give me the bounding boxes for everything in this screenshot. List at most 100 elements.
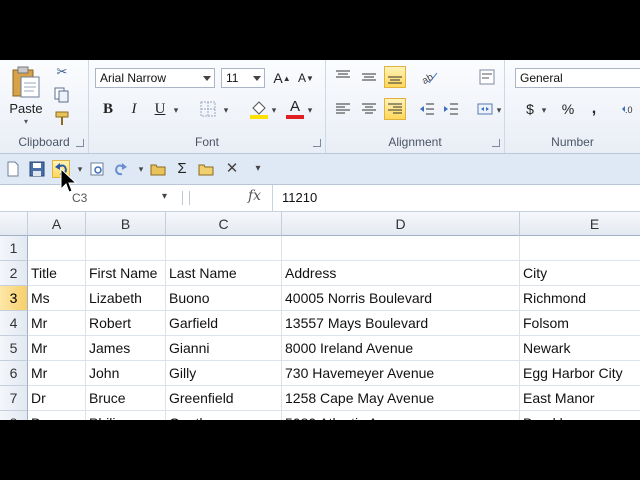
cell-d5[interactable]: 8000 Ireland Avenue bbox=[282, 336, 520, 361]
fill-color-icon[interactable] bbox=[249, 98, 269, 120]
cell-b7[interactable]: Bruce bbox=[86, 386, 166, 411]
cell-e1[interactable] bbox=[520, 236, 640, 261]
wrap-text-icon[interactable] bbox=[478, 68, 496, 86]
comma-button[interactable]: , bbox=[589, 100, 599, 118]
row-header-2[interactable]: 2 bbox=[0, 261, 28, 286]
number-format-combo[interactable]: General bbox=[515, 68, 640, 88]
paste-button[interactable]: Paste bbox=[6, 100, 46, 116]
font-color-dropdown-icon[interactable]: ▾ bbox=[305, 104, 315, 116]
cell-d7[interactable]: 1258 Cape May Avenue bbox=[282, 386, 520, 411]
font-color-button[interactable]: A bbox=[285, 98, 305, 120]
italic-button[interactable]: I bbox=[125, 100, 143, 118]
cell-c6[interactable]: Gilly bbox=[166, 361, 282, 386]
cell-b1[interactable] bbox=[86, 236, 166, 261]
borders-icon[interactable] bbox=[199, 100, 217, 118]
print-preview-icon[interactable] bbox=[89, 161, 105, 177]
row-header-6[interactable]: 6 bbox=[0, 361, 28, 386]
align-center-icon[interactable] bbox=[360, 100, 378, 118]
cell-e4[interactable]: Folsom bbox=[520, 311, 640, 336]
cell-e5[interactable]: Newark bbox=[520, 336, 640, 361]
cell-a5[interactable]: Mr bbox=[28, 336, 86, 361]
cell-a1[interactable] bbox=[28, 236, 86, 261]
underline-button[interactable]: U bbox=[151, 100, 169, 118]
cell-e7[interactable]: East Manor bbox=[520, 386, 640, 411]
cell-b4[interactable]: Robert bbox=[86, 311, 166, 336]
currency-button[interactable]: $ bbox=[523, 100, 537, 118]
cell-c7[interactable]: Greenfield bbox=[166, 386, 282, 411]
cell-a2[interactable]: Title bbox=[28, 261, 86, 286]
align-top-icon[interactable] bbox=[334, 68, 352, 86]
select-all-corner[interactable] bbox=[0, 212, 28, 236]
name-box[interactable]: C3 ▾ bbox=[0, 188, 176, 208]
copy-icon[interactable] bbox=[54, 87, 70, 103]
row-header-3[interactable]: 3 bbox=[0, 286, 28, 311]
cell-d3[interactable]: 40005 Norris Boulevard bbox=[282, 286, 520, 311]
currency-dropdown-icon[interactable]: ▾ bbox=[539, 104, 549, 116]
cell-b8[interactable]: Philip bbox=[86, 411, 166, 420]
decrease-indent-icon[interactable] bbox=[418, 100, 436, 118]
cell-e6[interactable]: Egg Harbor City bbox=[520, 361, 640, 386]
bold-button[interactable]: B bbox=[99, 100, 117, 118]
cell-b5[interactable]: James bbox=[86, 336, 166, 361]
cell-a6[interactable]: Mr bbox=[28, 361, 86, 386]
autosum-icon[interactable]: Σ bbox=[174, 161, 190, 177]
customize-qat-icon[interactable]: ▾ bbox=[250, 161, 266, 177]
column-header-a[interactable]: A bbox=[28, 212, 86, 236]
cell-c8[interactable]: Gunther bbox=[166, 411, 282, 420]
merge-dropdown-icon[interactable]: ▾ bbox=[494, 104, 504, 116]
cell-a8[interactable]: Dr bbox=[28, 411, 86, 420]
cell-d1[interactable] bbox=[282, 236, 520, 261]
align-bottom-icon[interactable] bbox=[384, 66, 406, 88]
cell-e2[interactable]: City bbox=[520, 261, 640, 286]
cell-a7[interactable]: Dr bbox=[28, 386, 86, 411]
cell-a3[interactable]: Ms bbox=[28, 286, 86, 311]
cell-c3[interactable]: Buono bbox=[166, 286, 282, 311]
align-middle-icon[interactable] bbox=[360, 68, 378, 86]
underline-dropdown-icon[interactable]: ▾ bbox=[171, 104, 181, 116]
cell-c1[interactable] bbox=[166, 236, 282, 261]
font-launcher-icon[interactable] bbox=[313, 139, 321, 147]
increase-indent-icon[interactable] bbox=[442, 100, 460, 118]
cell-b2[interactable]: First Name bbox=[86, 261, 166, 286]
new-document-icon[interactable] bbox=[5, 161, 21, 177]
column-header-e[interactable]: E bbox=[520, 212, 640, 236]
column-header-d[interactable]: D bbox=[282, 212, 520, 236]
cell-d8[interactable]: 5080 Atlantic Avenue bbox=[282, 411, 520, 420]
borders-dropdown-icon[interactable]: ▾ bbox=[221, 104, 231, 116]
format-painter-icon[interactable] bbox=[54, 110, 70, 126]
insert-function-button[interactable]: fx bbox=[248, 188, 261, 204]
row-header-5[interactable]: 5 bbox=[0, 336, 28, 361]
cell-b3[interactable]: Lizabeth bbox=[86, 286, 166, 311]
shrink-font-button[interactable]: A ▼ bbox=[297, 69, 315, 87]
paste-dropdown-icon[interactable]: ▾ bbox=[6, 116, 46, 126]
formula-input[interactable] bbox=[272, 185, 640, 211]
cell-c4[interactable]: Garfield bbox=[166, 311, 282, 336]
cell-b6[interactable]: John bbox=[86, 361, 166, 386]
row-header-4[interactable]: 4 bbox=[0, 311, 28, 336]
cell-a4[interactable]: Mr bbox=[28, 311, 86, 336]
redo-icon[interactable] bbox=[113, 161, 129, 177]
font-name-combo[interactable]: Arial Narrow bbox=[95, 68, 215, 88]
cell-d4[interactable]: 13557 Mays Boulevard bbox=[282, 311, 520, 336]
cell-e3[interactable]: Richmond bbox=[520, 286, 640, 311]
alignment-launcher-icon[interactable] bbox=[492, 139, 500, 147]
cell-d6[interactable]: 730 Havemeyer Avenue bbox=[282, 361, 520, 386]
percent-button[interactable]: % bbox=[559, 100, 577, 118]
open-folder-icon[interactable] bbox=[150, 161, 166, 177]
column-header-b[interactable]: B bbox=[86, 212, 166, 236]
formula-bar-splitter[interactable] bbox=[182, 191, 190, 205]
redo-dropdown-icon[interactable]: ▾ bbox=[133, 161, 149, 177]
row-header-8[interactable]: 8 bbox=[0, 411, 28, 420]
save-icon[interactable] bbox=[29, 161, 45, 177]
row-header-7[interactable]: 7 bbox=[0, 386, 28, 411]
cell-c5[interactable]: Gianni bbox=[166, 336, 282, 361]
cut-icon[interactable]: ✂ bbox=[54, 64, 70, 80]
font-size-combo[interactable]: 11 bbox=[221, 68, 265, 88]
column-header-c[interactable]: C bbox=[166, 212, 282, 236]
cell-c2[interactable]: Last Name bbox=[166, 261, 282, 286]
grow-font-button[interactable]: A ▲ bbox=[273, 69, 291, 87]
fill-color-dropdown-icon[interactable]: ▾ bbox=[269, 104, 279, 116]
merge-center-icon[interactable] bbox=[476, 100, 494, 118]
close-icon[interactable]: ✕ bbox=[224, 161, 240, 177]
orientation-icon[interactable]: ab bbox=[418, 68, 440, 86]
